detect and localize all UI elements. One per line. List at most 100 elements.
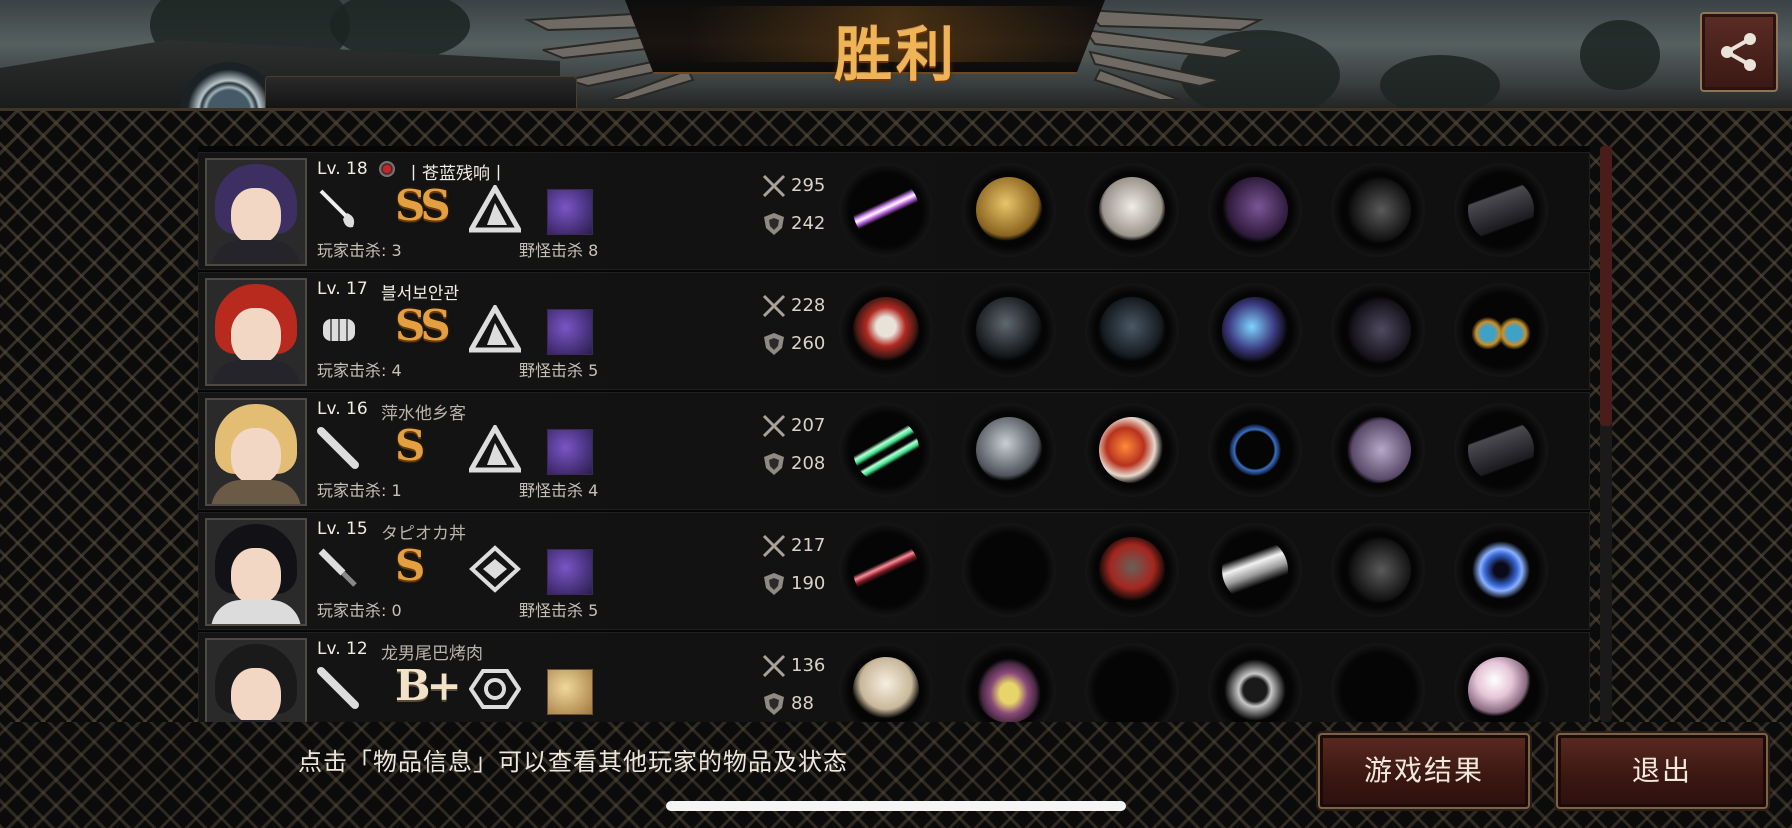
player-level: Lv. 16 (317, 399, 368, 419)
silver-gauntlet-icon (1222, 537, 1288, 603)
item-slot[interactable] (1208, 523, 1302, 617)
share-button[interactable] (1700, 12, 1778, 92)
crossed-swords-icon (762, 534, 786, 558)
dark-boots-icon (1345, 297, 1411, 363)
item-slot[interactable] (962, 403, 1056, 497)
game-results-button[interactable]: 游戏结果 (1318, 733, 1530, 809)
class-diamond-icon (469, 545, 521, 593)
item-slot[interactable] (1454, 403, 1548, 497)
item-slot[interactable] (1454, 283, 1548, 377)
item-slot[interactable] (1331, 283, 1425, 377)
item-info-hint: 点击「物品信息」可以查看其他玩家的物品及状态 (298, 748, 848, 776)
item-slot[interactable] (839, 403, 933, 497)
item-slot[interactable] (1085, 283, 1179, 377)
player-avatar (205, 638, 307, 722)
player-name: タピオカ丼 (381, 524, 466, 544)
rank-badge-icon (379, 161, 395, 177)
steel-helmet-icon (976, 417, 1042, 483)
class-triangle-icon (469, 185, 521, 233)
player-result-list[interactable]: Lv. 18 丨苍蓝残响丨 SS 玩家击杀: 3 野怪击杀 8 295 242 … (198, 146, 1590, 722)
item-slot[interactable] (1331, 523, 1425, 617)
player-row[interactable]: Lv. 12 龙男尾巴烤肉 B+ 136 88 (198, 632, 1590, 722)
monster-icon (547, 549, 593, 595)
item-slot[interactable] (962, 643, 1056, 722)
black-boots-icon (1345, 537, 1411, 603)
shield-icon (764, 573, 784, 595)
item-slot[interactable] (1085, 163, 1179, 257)
crossed-swords-icon (762, 414, 786, 438)
item-slot[interactable] (1331, 163, 1425, 257)
purple-hat-icon (976, 657, 1042, 722)
right-wing-ornament (1082, 8, 1264, 100)
grade-badge: SS (395, 301, 451, 350)
item-slot[interactable] (1454, 523, 1548, 617)
grade-badge: S (395, 541, 425, 590)
purple-gauntlet-icon (1222, 177, 1288, 243)
black-flag-icon (1468, 417, 1534, 483)
black-boots-icon (1345, 177, 1411, 243)
monster-kills: 野怪击杀 5 (519, 601, 599, 620)
gold-earrings-icon (1468, 297, 1534, 363)
fist-icon (323, 319, 355, 341)
player-row[interactable]: Lv. 16 萍水他乡客 S 玩家击杀: 1 野怪击杀 4 207 208 (198, 392, 1590, 510)
class-gear-icon (469, 669, 521, 709)
item-slot[interactable] (1208, 643, 1302, 722)
item-slot[interactable] (1208, 403, 1302, 497)
item-slot[interactable] (1208, 163, 1302, 257)
item-slot[interactable] (962, 163, 1056, 257)
player-name: 萍水他乡客 (381, 404, 466, 424)
smart-watch-icon (1222, 657, 1288, 722)
monster-icon (547, 309, 593, 355)
black-flag-icon (1468, 177, 1534, 243)
item-slot[interactable] (1208, 283, 1302, 377)
item-slot[interactable] (1331, 403, 1425, 497)
rapier-icon (319, 189, 355, 228)
item-slot[interactable] (1454, 643, 1548, 722)
red-armor-icon (1099, 417, 1165, 483)
golden-helmet-icon (976, 177, 1042, 243)
lightning-gauntlet-icon (1222, 297, 1288, 363)
item-slot-empty[interactable] (962, 523, 1056, 617)
player-avatar (205, 158, 307, 266)
knife-icon (318, 548, 357, 587)
player-level: Lv. 17 (317, 279, 368, 299)
player-row[interactable]: Lv. 18 丨苍蓝残响丨 SS 玩家击杀: 3 野怪击杀 8 295 242 (198, 152, 1590, 270)
white-cloth-icon (853, 657, 919, 722)
grade-badge: S (395, 421, 425, 470)
monster-kills: 野怪击杀 4 (519, 481, 599, 500)
bat-icon (317, 667, 359, 709)
player-kills: 玩家击杀: 3 (317, 241, 402, 260)
item-slot[interactable] (962, 283, 1056, 377)
dark-armor-icon (1099, 297, 1165, 363)
player-kills: 玩家击杀: 0 (317, 601, 402, 620)
home-indicator[interactable] (666, 801, 1126, 811)
grade-badge: B+ (395, 661, 462, 710)
monster-kills: 野怪击杀 5 (519, 361, 599, 380)
item-slot[interactable] (839, 643, 933, 722)
victory-title: 胜利 (833, 21, 958, 89)
list-scrollbar-thumb[interactable] (1600, 146, 1612, 426)
player-level: Lv. 12 (317, 639, 368, 659)
item-slot[interactable] (839, 283, 933, 377)
player-row[interactable]: Lv. 15 タピオカ丼 S 玩家击杀: 0 野怪击杀 5 217 190 (198, 512, 1590, 630)
player-kills: 玩家击杀: 4 (317, 361, 402, 380)
shield-icon (764, 453, 784, 475)
item-slot[interactable] (839, 163, 933, 257)
item-slot[interactable] (1085, 523, 1179, 617)
shield-icon (764, 213, 784, 235)
player-avatar (205, 518, 307, 626)
item-slot[interactable] (1454, 163, 1548, 257)
player-name-bar (265, 76, 577, 112)
item-slot-empty[interactable] (1085, 643, 1179, 722)
item-slot[interactable] (1085, 403, 1179, 497)
item-slot[interactable] (839, 523, 933, 617)
dark-helmet-icon (976, 297, 1042, 363)
exit-button[interactable]: 退出 (1556, 733, 1768, 809)
red-cape-armor-icon (1099, 537, 1165, 603)
monster-icon (547, 189, 593, 235)
player-level: Lv. 15 (317, 519, 368, 539)
red-gloves-icon (853, 297, 919, 363)
player-row[interactable]: Lv. 17 블서보안관 SS 玩家击杀: 4 野怪击杀 5 228 260 (198, 272, 1590, 390)
item-slot-empty[interactable] (1331, 643, 1425, 722)
red-sword-icon (853, 537, 919, 603)
